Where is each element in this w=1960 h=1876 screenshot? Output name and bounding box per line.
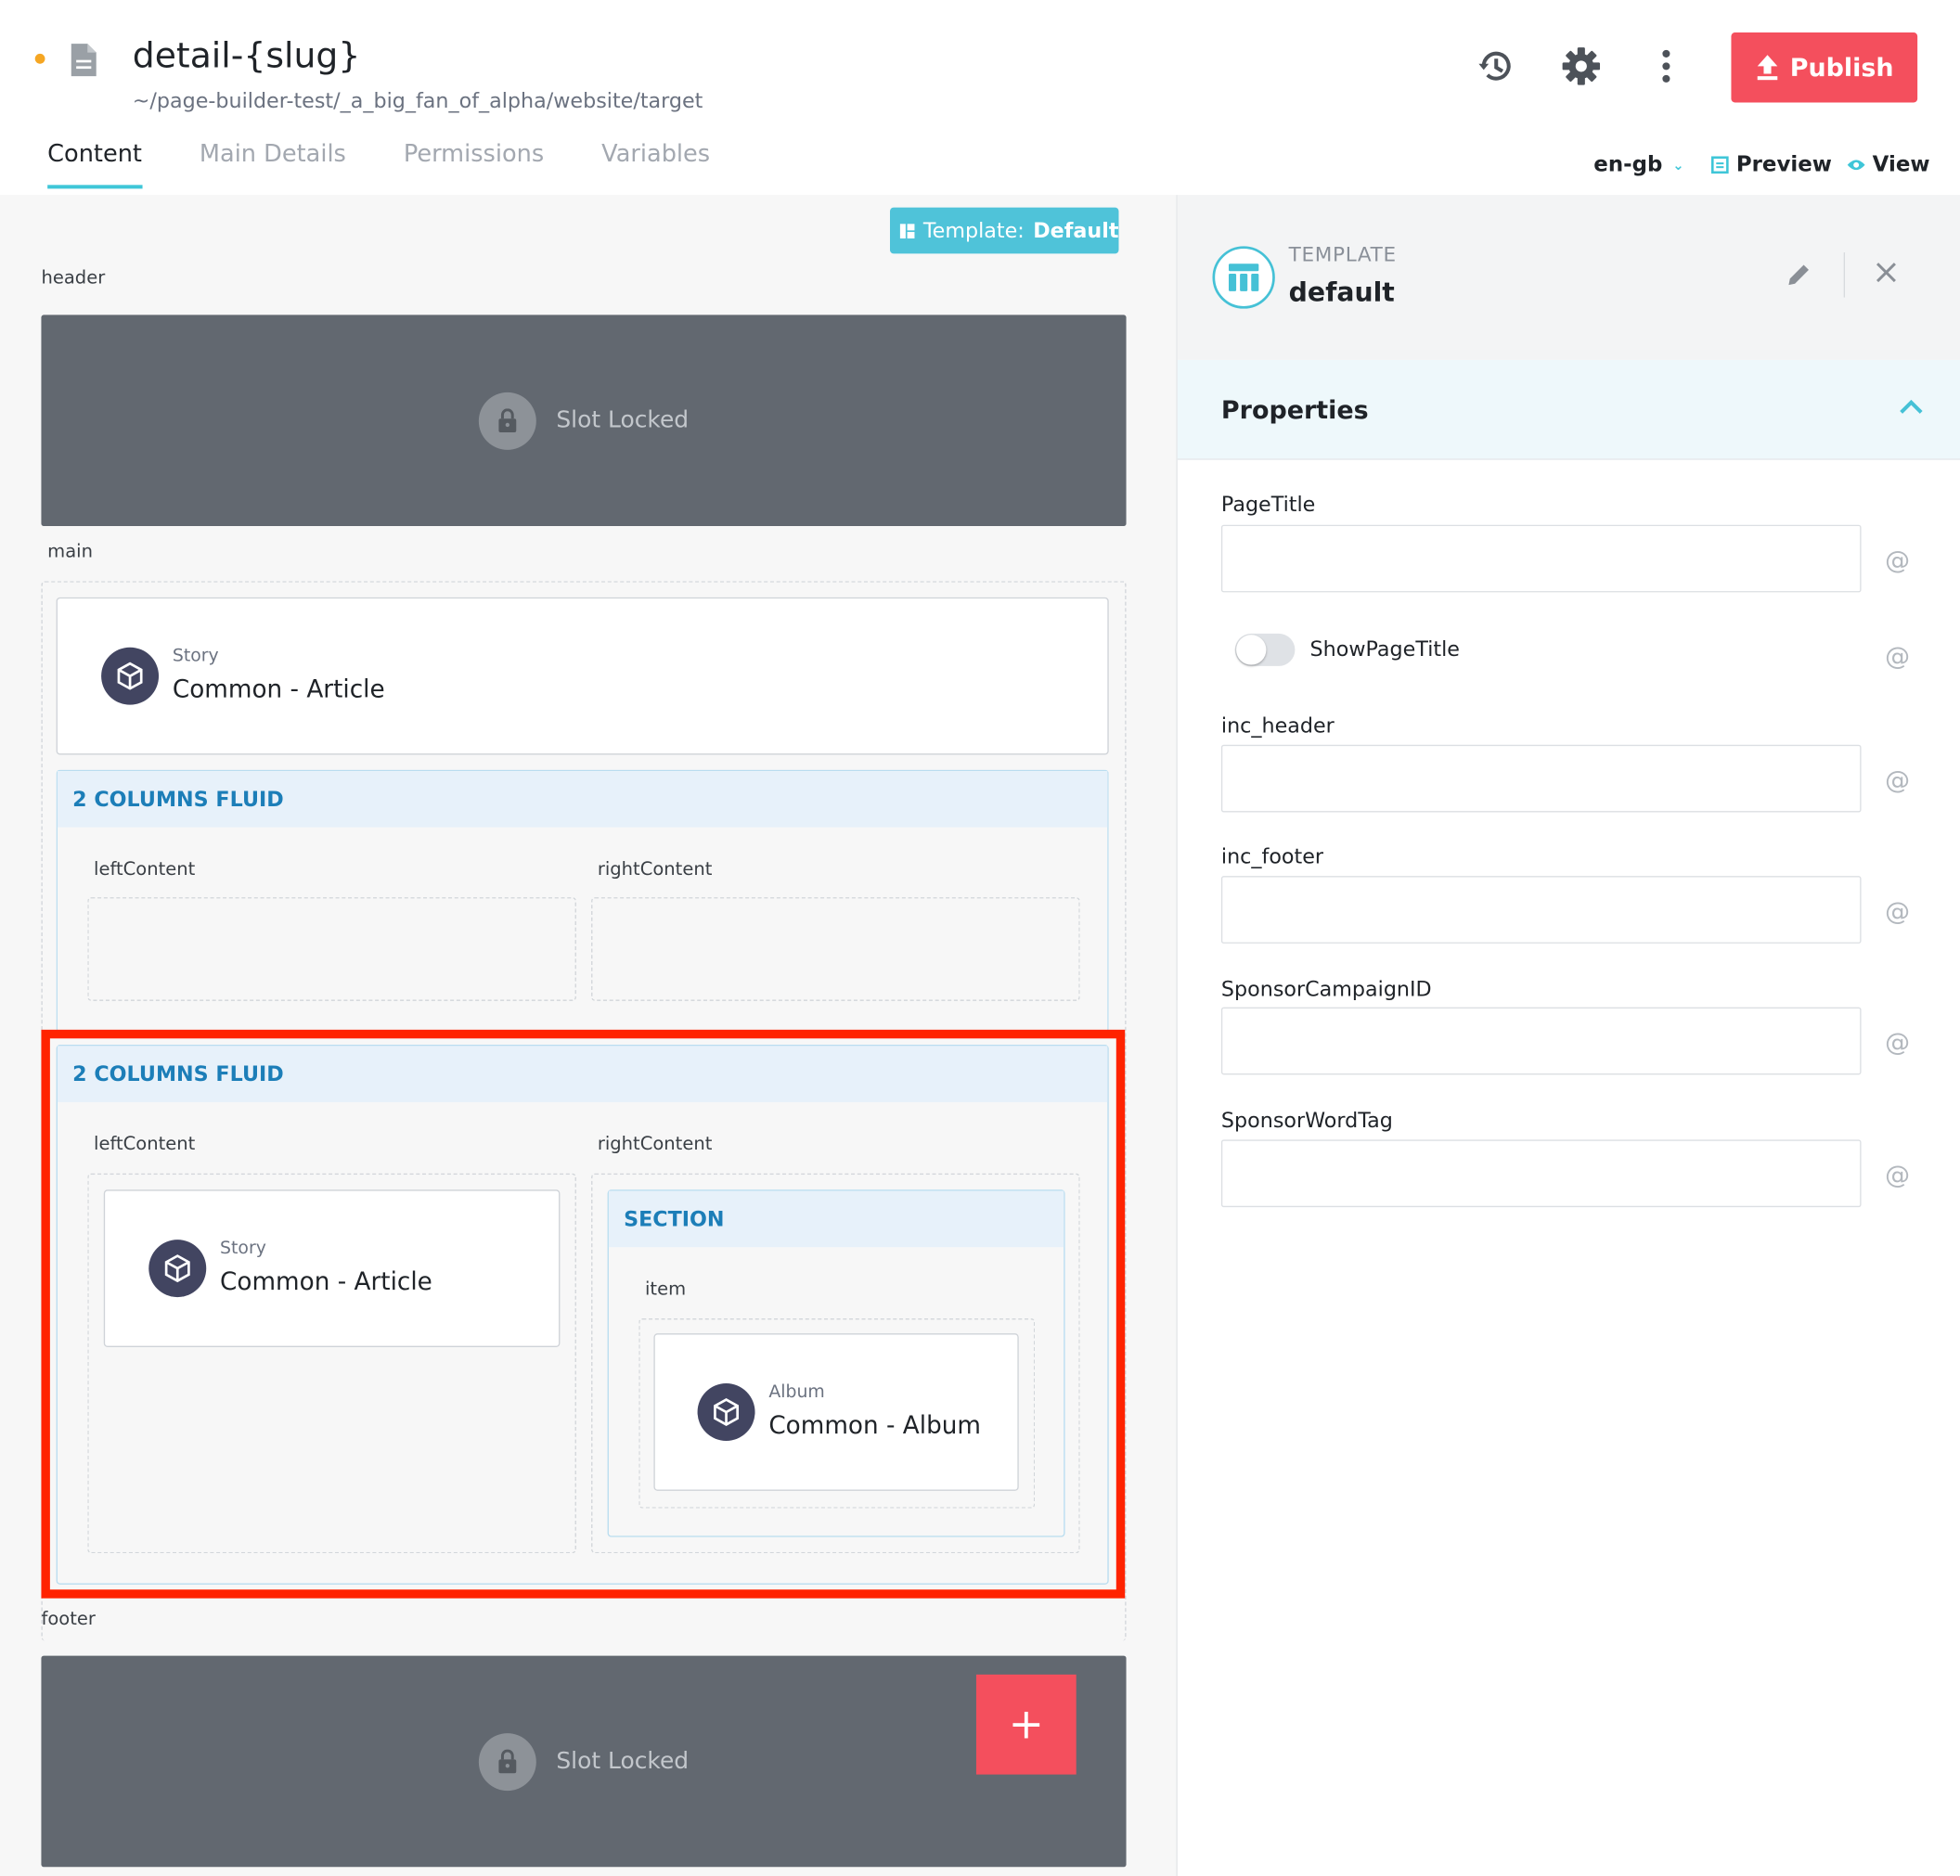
preview-label: Preview [1735, 152, 1832, 178]
lock-icon [478, 1732, 536, 1791]
page-path: ~/page-builder-test/_a_big_fan_of_alpha/… [132, 88, 703, 113]
sponsor-word-tag-label: SponsorWordTag [1220, 1108, 1393, 1133]
right-content-dropzone[interactable] [591, 897, 1080, 1001]
chevron-up-icon [1900, 399, 1923, 414]
divider [1177, 458, 1960, 460]
inc-footer-label: inc_footer [1220, 844, 1324, 869]
preview-link[interactable]: Preview [1710, 152, 1832, 178]
panel-header: TEMPLATE default [1177, 195, 1960, 360]
publish-button[interactable]: Publish [1731, 32, 1918, 103]
properties-section-header[interactable]: Properties [1177, 359, 1960, 460]
tab-bar: Content Main Details Permissions Variabl… [47, 140, 767, 189]
top-bar: detail-{slug} ~/page-builder-test/_a_big… [0, 0, 1960, 196]
pencil-icon[interactable] [1785, 262, 1812, 289]
tab-content[interactable]: Content [47, 140, 142, 189]
selection-highlight-box [41, 1029, 1126, 1599]
slot-locked-text: Slot Locked [556, 1748, 690, 1775]
at-sign-icon[interactable]: @ [1885, 1160, 1910, 1189]
at-sign-icon[interactable]: @ [1885, 896, 1910, 926]
tab-main-details[interactable]: Main Details [200, 140, 346, 189]
template-badge-value: Default [1033, 218, 1119, 243]
at-sign-icon[interactable]: @ [1885, 765, 1910, 794]
main-slot-label: main [47, 542, 93, 563]
toggle-knob [1236, 635, 1267, 665]
page-title-label: PageTitle [1220, 492, 1316, 517]
publish-label: Publish [1789, 52, 1894, 83]
sponsor-campaign-id-label: SponsorCampaignID [1220, 977, 1432, 1001]
chevron-down-icon: ⌄ [1672, 157, 1684, 173]
footer-slot-label: footer [41, 1609, 96, 1630]
template-layout-icon [899, 223, 915, 238]
preview-icon [1710, 156, 1729, 174]
left-content-dropzone[interactable] [87, 897, 576, 1001]
inc-footer-input[interactable] [1220, 876, 1862, 944]
more-vertical-icon[interactable] [1644, 44, 1688, 88]
panel-title: default [1288, 277, 1395, 308]
upload-icon [1757, 55, 1778, 81]
properties-label: Properties [1220, 394, 1369, 425]
unsaved-status-dot [34, 53, 45, 64]
eye-icon [1847, 160, 1865, 171]
inc-header-input[interactable] [1220, 744, 1862, 813]
show-page-title-label: ShowPageTitle [1309, 636, 1460, 662]
template-badge-prefix: Template: [922, 218, 1025, 243]
sponsor-campaign-id-input[interactable] [1220, 1007, 1862, 1075]
at-sign-icon[interactable]: @ [1885, 1027, 1910, 1057]
at-sign-icon[interactable]: @ [1885, 641, 1910, 671]
tab-permissions[interactable]: Permissions [404, 140, 544, 189]
layout-title: 2 COLUMNS FLUID [57, 771, 1108, 828]
page-title-input[interactable] [1220, 524, 1862, 593]
view-link[interactable]: View [1846, 152, 1930, 178]
lock-icon [478, 392, 536, 450]
sponsor-word-tag-input[interactable] [1220, 1139, 1862, 1208]
page-builder-window: detail-{slug} ~/page-builder-test/_a_big… [0, 0, 1960, 1876]
right-content-label: rightContent [597, 859, 713, 880]
tab-variables[interactable]: Variables [601, 140, 710, 189]
header-slot-locked: Slot Locked [41, 315, 1127, 527]
left-content-label: leftContent [94, 859, 196, 880]
story-card[interactable]: Story Common - Article [56, 597, 1109, 755]
header-divider [1843, 252, 1846, 298]
page-file-icon [71, 44, 97, 77]
card-type: Story [172, 646, 219, 666]
slot-locked-text: Slot Locked [556, 407, 690, 434]
gear-icon[interactable] [1559, 44, 1604, 88]
template-properties-panel: TEMPLATE default Properties PageTitle @ … [1176, 195, 1960, 1876]
add-component-button[interactable]: + [975, 1674, 1077, 1775]
inc-header-label: inc_header [1220, 713, 1335, 738]
locale-select[interactable]: en-gb ⌄ [1593, 152, 1683, 177]
show-page-title-toggle[interactable] [1234, 633, 1296, 666]
cube-icon [101, 647, 160, 705]
view-label: View [1872, 152, 1930, 178]
footer-slot-locked: Slot Locked [41, 1655, 1127, 1868]
two-columns-fluid-layout[interactable]: 2 COLUMNS FLUID leftContent rightContent [56, 769, 1109, 1033]
header-slot-label: header [41, 268, 106, 289]
card-name: Common - Article [172, 675, 385, 704]
template-badge[interactable]: Template: Default [889, 207, 1119, 254]
panel-kicker: TEMPLATE [1288, 242, 1397, 266]
page-title: detail-{slug} [132, 34, 361, 77]
close-icon[interactable] [1874, 260, 1899, 285]
history-icon[interactable] [1474, 44, 1518, 88]
page-canvas: Template: Default header Slot Locked main… [0, 195, 1177, 1876]
template-icon [1212, 246, 1275, 309]
at-sign-icon[interactable]: @ [1885, 545, 1910, 574]
locale-value: en-gb [1593, 152, 1663, 178]
